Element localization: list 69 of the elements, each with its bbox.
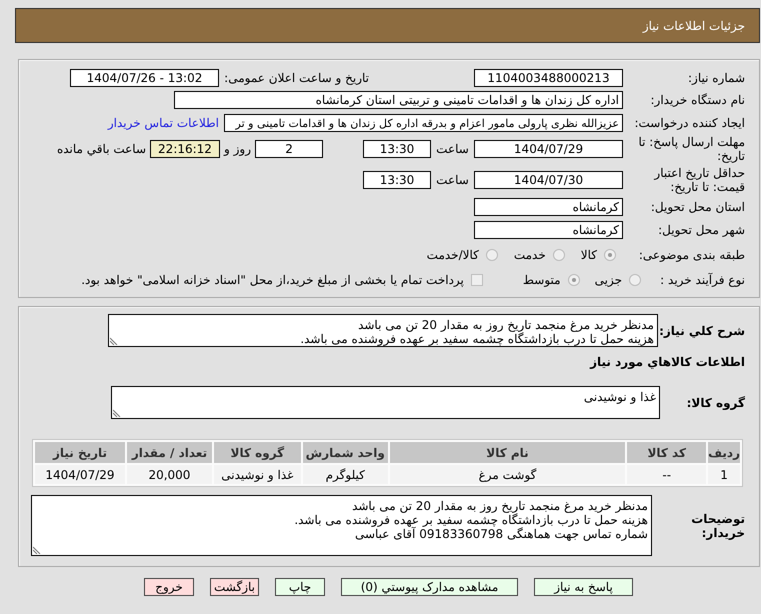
field-label: مهلت ارسال پاسخ: تا تاریخ:	[637, 135, 745, 163]
delivery-province-field[interactable]: کرمانشاه	[474, 198, 623, 216]
action-button[interactable]: پاسخ به نیاز	[534, 578, 633, 596]
buyer-organization-field[interactable]: اداره کل زندان ها و اقدامات تامینی و تربیتی استان کرمانشاه	[174, 91, 623, 109]
table-header-cell: واحد شمارش	[302, 442, 388, 463]
time-label: ساعت	[436, 142, 469, 156]
goods-group-textarea[interactable]: غذا و نوشیدنی	[111, 386, 660, 419]
radio-button[interactable]	[568, 274, 580, 286]
table-cell: 1	[708, 465, 740, 484]
table-header-cell: گروه کالا	[214, 442, 301, 463]
resize-grip-icon[interactable]	[113, 409, 121, 417]
action-button[interactable]: چاپ	[275, 578, 325, 596]
radio-label: جزیی	[594, 273, 622, 287]
field-label: طبقه بندی موضوعی:	[638, 248, 745, 262]
checkbox[interactable]	[470, 274, 483, 286]
delivery-city-field[interactable]: کرمانشاه	[474, 221, 623, 239]
remaining-time-label: ساعت باقي مانده	[56, 142, 146, 156]
field-label: ایجاد کننده درخواست:	[634, 116, 745, 130]
table-header-cell: ردیف	[708, 442, 740, 463]
field-label: نوع فرآیند خرید :	[660, 273, 745, 287]
buyer-notes-textarea[interactable]: مدنظر خرید مرغ منجمد تاریخ روز به مقدار 20 تن می باشد هزینه حمل تا درب بازداشتگاه چشمه سفید بر عهده فروشنده می باشد. شماره تماس جهت هماهنگی 09183360798 آقای عباسی	[31, 495, 652, 556]
checkbox-label: پرداخت تمام یا بخشی از مبلغ خرید،از محل "اسناد خزانه اسلامی" خواهد بود.	[81, 273, 464, 287]
radio-label: کالا/خدمت	[426, 248, 479, 262]
validity-date-field[interactable]: 1404/07/30	[474, 171, 623, 189]
buyer-contact-link[interactable]: اطلاعات تماس خریدار	[108, 116, 219, 130]
deadline-date-field[interactable]: 1404/07/29	[474, 140, 623, 158]
radio-button[interactable]	[604, 249, 616, 261]
field-label: شرح کلي نياز:	[659, 324, 745, 338]
radio-label: کالا	[580, 248, 597, 262]
resize-grip-icon[interactable]	[110, 337, 118, 345]
field-label: شهر محل تحویل:	[658, 223, 745, 237]
table-header-cell: کد کالا	[627, 442, 706, 463]
page-title: جزئیات اطلاعات نیاز	[642, 18, 745, 32]
days-label: روز و	[224, 142, 251, 156]
table-cell: گوشت مرغ	[390, 465, 626, 484]
time-label: ساعت	[436, 173, 469, 187]
exit-button[interactable]: خروج	[144, 578, 194, 596]
description-textarea[interactable]: مدنظر خرید مرغ منجمد تاریخ روز به مقدار 20 تن می باشد هزینه حمل تا درب بازداشتگاه چشمه سفید بر عهده فروشنده می باشد.	[108, 314, 658, 347]
section-title: اطلاعات کالاهاي مورد نياز	[590, 355, 745, 369]
radio-button[interactable]	[552, 249, 565, 261]
field-label: گروه کالا:	[686, 396, 745, 410]
table-cell: 20,000	[127, 465, 212, 484]
table-cell: --	[627, 465, 706, 484]
resize-grip-icon[interactable]	[33, 546, 41, 554]
radio-button[interactable]	[629, 274, 641, 286]
deadline-time-field[interactable]: 13:30	[363, 140, 431, 158]
table-header-cell: تعداد / مقدار	[127, 442, 212, 463]
field-label: توضیحات خریدار:	[690, 512, 745, 540]
radio-button[interactable]	[486, 249, 498, 261]
field-label: شماره نیاز:	[688, 71, 745, 85]
table-cell: کیلوگرم	[302, 465, 388, 484]
days-left-field[interactable]: 2	[255, 140, 323, 158]
need-number-field[interactable]: 1104003488000213	[474, 69, 623, 87]
remaining-time-field: 22:16:12	[150, 140, 220, 158]
table-header-cell: تاریخ نیاز	[35, 442, 125, 463]
validity-time-field[interactable]: 13:30	[363, 171, 431, 189]
field-label: تاریخ و ساعت اعلان عمومی:	[224, 71, 369, 85]
requester-field[interactable]: عزیزالله نظری پارولی مامور اعزام و بدرقه اداره کل زندان ها و اقدامات تامینی و تر	[224, 114, 623, 132]
radio-label: خدمت	[514, 248, 546, 262]
action-button[interactable]: مشاهده مدارک پیوستي (0)	[341, 578, 518, 596]
announcement-date-field[interactable]: 1404/07/26 - 13:02	[70, 69, 219, 87]
field-label: استان محل تحویل:	[650, 200, 745, 214]
table-cell: 1404/07/29	[35, 465, 125, 484]
table-header-cell: نام کالا	[390, 442, 626, 463]
table-cell: غذا و نوشیدنی	[214, 465, 301, 484]
exit-button[interactable]: بازگشت	[210, 578, 259, 596]
radio-label: متوسط	[522, 273, 561, 287]
field-label: حداقل تاریخ اعتبار قیمت: تا تاریخ:	[652, 166, 745, 194]
field-label: نام دستگاه خریدار:	[650, 93, 745, 107]
